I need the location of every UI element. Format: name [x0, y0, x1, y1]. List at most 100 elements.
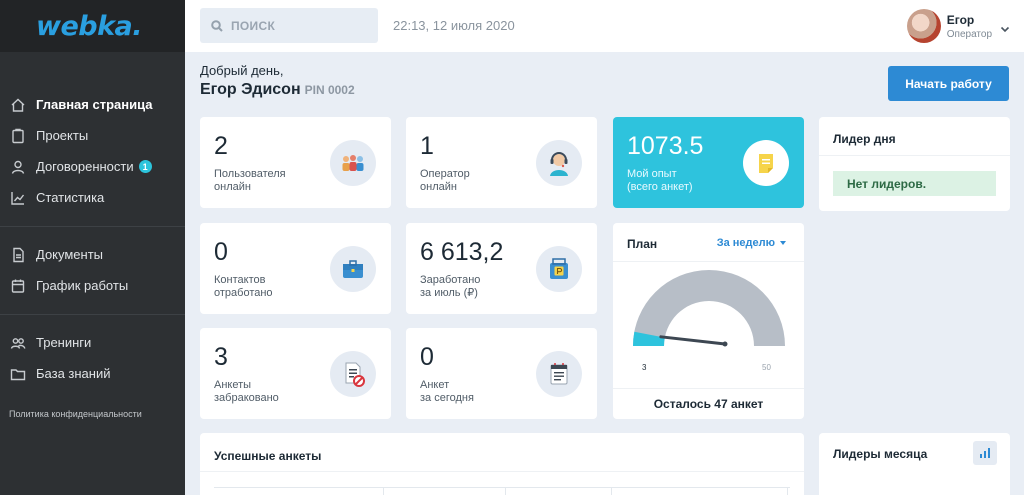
sidebar-item-trainings[interactable]: Тренинги [0, 327, 185, 358]
stat-label: Анкет за сегодня [420, 379, 474, 404]
stat-label: Заработано за июль (₽) [420, 274, 481, 299]
document-icon [9, 246, 27, 264]
user-icon [9, 158, 27, 176]
stat-value: 2 [214, 132, 228, 160]
start-work-button[interactable]: Начать работу [888, 66, 1009, 101]
sidebar-item-projects[interactable]: Проекты [0, 120, 185, 151]
calendar-list-icon [536, 351, 582, 397]
search-input[interactable]: ПОИСК [200, 8, 378, 43]
gauge-needle [659, 335, 727, 346]
greeting: Добрый день, Егор Эдисон PIN 0002 [200, 63, 355, 99]
sidebar-item-documents[interactable]: Документы [0, 239, 185, 270]
leaders-of-month-card: Лидеры месяца [819, 433, 1010, 495]
plan-period-dropdown[interactable]: За неделю [717, 237, 786, 249]
stat-value: 1073.5 [627, 132, 704, 160]
money-bag-icon [536, 246, 582, 292]
sidebar-item-knowledge-base[interactable]: База знаний [0, 358, 185, 389]
stat-label: Пользователя онлайн [214, 168, 286, 193]
sidebar-item-statistics[interactable]: Статистика [0, 182, 185, 213]
plan-gauge [633, 270, 785, 347]
user-info: Егор Оператор [947, 13, 992, 40]
clipboard-icon [9, 127, 27, 145]
user-role: Оператор [946, 28, 992, 40]
avatar [906, 9, 941, 43]
card-title: Успешные анкеты [214, 449, 322, 463]
divider [200, 471, 804, 472]
successful-forms-card: Успешные анкеты [200, 433, 804, 495]
operator-headset-icon [536, 140, 582, 186]
greeting-name: Егор Эдисон PIN 0002 [200, 81, 355, 99]
gauge-needle-hub [722, 341, 728, 347]
chevron-down-icon[interactable] [1000, 21, 1010, 33]
users-group-icon [330, 140, 376, 186]
stat-label: Мой опыт (всего анкет) [627, 168, 693, 193]
user-name: Егор [946, 12, 975, 27]
current-datetime: 22:13, 12 июля 2020 [393, 18, 515, 33]
stat-card-experience: 1073.5 Мой опыт (всего анкет) [613, 117, 804, 208]
user-pin: PIN 0002 [304, 83, 355, 97]
table-column [384, 488, 506, 495]
bar-chart-icon[interactable] [973, 441, 997, 465]
sidebar-item-label: Документы [36, 247, 104, 262]
sidebar-item-label: Проекты [36, 128, 89, 143]
privacy-policy-link[interactable]: Политика конфиденциальности [9, 409, 142, 419]
sidebar-item-label: График работы [36, 278, 129, 293]
sidebar-item-schedule[interactable]: График работы [0, 270, 185, 301]
divider [613, 388, 804, 389]
greeting-text: Добрый день, [200, 63, 284, 78]
sidebar-nav: Главная страница Проекты Договоренности … [0, 52, 185, 389]
users-icon [9, 334, 27, 352]
search-placeholder: ПОИСК [231, 18, 276, 33]
home-icon [9, 96, 27, 114]
sidebar-item-label: База знаний [36, 366, 111, 381]
briefcase-icon [330, 246, 376, 292]
sidebar-item-home[interactable]: Главная страница [0, 89, 185, 120]
sidebar-item-label: Главная страница [36, 97, 153, 112]
rejected-document-icon [330, 351, 376, 397]
leader-of-day-card: Лидер дня Нет лидеров. [819, 117, 1010, 211]
stat-card-contacts-processed: 0 Контактов отработано [200, 223, 391, 314]
stat-card-forms-today: 0 Анкет за сегодня [406, 328, 597, 419]
logo[interactable]: webka. [36, 11, 143, 42]
sidebar-item-label: Тренинги [36, 335, 92, 350]
stat-label: Контактов отработано [214, 274, 273, 299]
stat-card-operators-online: 1 Оператор онлайн [406, 117, 597, 208]
plan-remaining: Осталось 47 анкет [653, 397, 764, 411]
stat-label: Анкеты забраковано [214, 379, 279, 404]
stat-value: 1 [420, 132, 434, 160]
plan-card: План За неделю 3 50 Осталось 47 анкет [613, 223, 804, 419]
folder-icon [9, 365, 27, 383]
calendar-icon [9, 277, 27, 295]
search-icon [211, 19, 223, 32]
stat-value: 6 613,2 [420, 238, 504, 266]
table-column [214, 488, 384, 495]
gauge-track [633, 270, 785, 346]
divider [613, 261, 804, 262]
stat-value: 0 [420, 343, 434, 371]
table-column [612, 488, 788, 495]
stat-card-rejected-forms: 3 Анкеты забраковано [200, 328, 391, 419]
no-leaders-notice: Нет лидеров. [833, 171, 996, 196]
card-title: Лидеры месяца [833, 447, 928, 461]
stat-value: 3 [214, 343, 228, 371]
topbar: ПОИСК 22:13, 12 июля 2020 Егор Оператор [185, 0, 1024, 52]
sticky-note-icon [743, 140, 789, 186]
chart-icon [9, 189, 27, 207]
successful-forms-table [214, 487, 790, 495]
user-menu[interactable]: Егор Оператор [906, 8, 1010, 44]
stat-card-earned: 6 613,2 Заработано за июль (₽) [406, 223, 597, 314]
sidebar-item-label: Договоренности [36, 159, 134, 174]
stat-card-users-online: 2 Пользователя онлайн [200, 117, 391, 208]
stat-value: 0 [214, 238, 228, 266]
sidebar-divider [0, 226, 185, 227]
divider [819, 155, 1010, 156]
stat-label: Оператор онлайн [420, 168, 470, 193]
sidebar-item-label: Статистика [36, 190, 105, 205]
sidebar-item-agreements[interactable]: Договоренности 1 [0, 151, 185, 182]
plan-min-label: 3 [642, 363, 647, 372]
logo-area: webka. [0, 0, 185, 52]
sidebar: webka. Главная страница Проекты Договоре… [0, 0, 185, 495]
card-title: План [627, 237, 658, 251]
card-title: Лидер дня [833, 132, 896, 146]
sidebar-divider [0, 314, 185, 315]
